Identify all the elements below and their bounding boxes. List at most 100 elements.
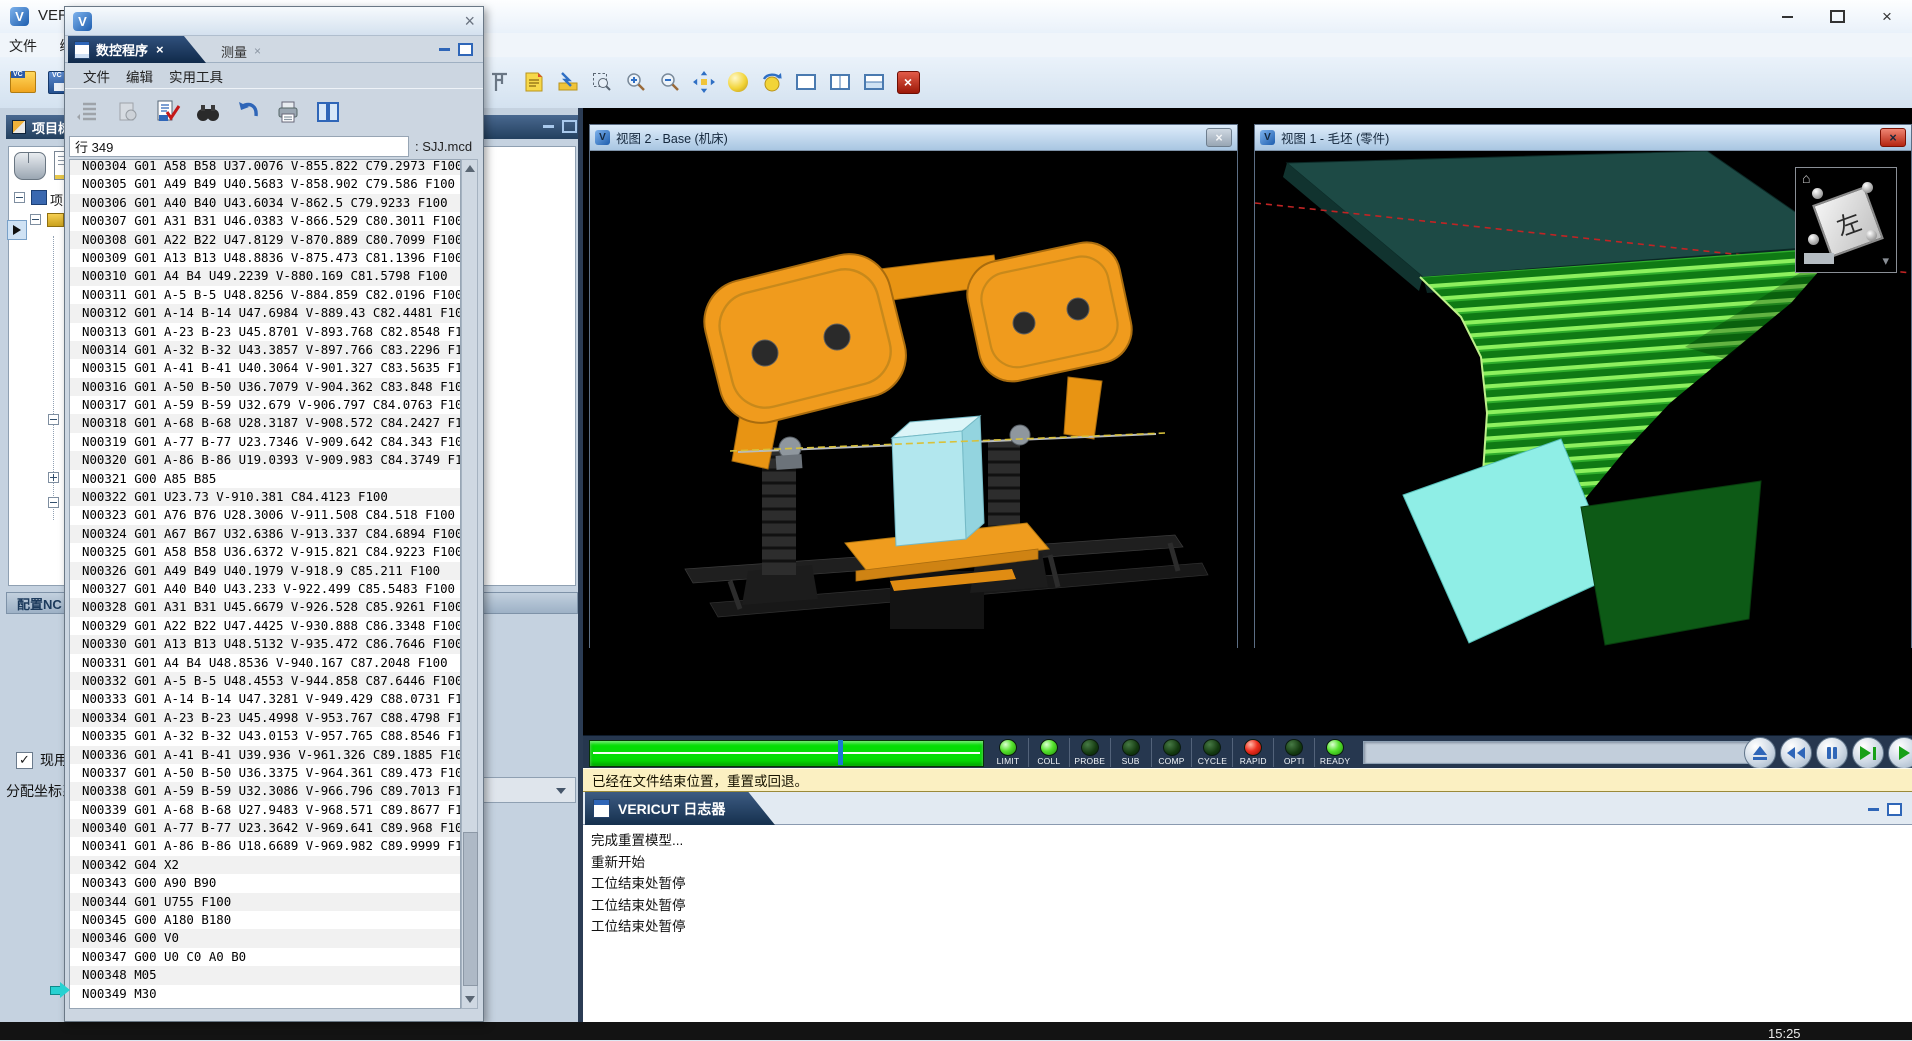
nc-code-line[interactable]: N00330 G01 A13 B13 U48.5132 V-935.472 C8… xyxy=(70,635,460,653)
nc-search-doc-button[interactable] xyxy=(113,97,143,127)
tree-collapse-box[interactable] xyxy=(48,414,59,425)
nc-undo-button[interactable] xyxy=(233,97,263,127)
nc-code-line[interactable]: N00309 G01 A13 B13 U48.8836 V-875.473 C8… xyxy=(70,249,460,267)
zoom-in-button[interactable] xyxy=(623,69,649,95)
logger-tab[interactable]: VERICUT 日志器 xyxy=(585,792,775,825)
nc-code-line[interactable]: N00320 G01 A-86 B-86 U19.0393 V-909.983 … xyxy=(70,451,460,469)
active-checkbox[interactable]: ✓ xyxy=(16,752,33,769)
logger-minimize-icon[interactable] xyxy=(1868,808,1879,811)
nc-code-line[interactable]: N00316 G01 A-50 B-50 U36.7079 V-904.362 … xyxy=(70,378,460,396)
nc-code-line[interactable]: N00337 G01 A-50 B-50 U36.3375 V-964.361 … xyxy=(70,764,460,782)
section-button[interactable] xyxy=(555,69,581,95)
mouse-tool-icon[interactable] xyxy=(14,152,46,180)
nc-code-line[interactable]: N00324 G01 A67 B67 U32.6386 V-913.337 C8… xyxy=(70,525,460,543)
nc-code-line[interactable]: N00306 G01 A40 B40 U43.6034 V-862.5 C79.… xyxy=(70,194,460,212)
tree-current-marker[interactable] xyxy=(7,220,27,240)
nc-code-line[interactable]: N00325 G01 A58 B58 U36.6372 V-915.821 C8… xyxy=(70,543,460,561)
nc-columns-button[interactable] xyxy=(313,97,343,127)
close-view-button[interactable]: × xyxy=(895,69,921,95)
nc-code-line[interactable]: N00339 G01 A-68 B-68 U27.9483 V-968.571 … xyxy=(70,801,460,819)
progress-marker[interactable] xyxy=(838,740,843,765)
orientation-cube[interactable]: ⌂ 左 ▾ xyxy=(1795,167,1897,273)
led-ready[interactable]: READY xyxy=(1315,738,1355,767)
open-project-button[interactable]: VC xyxy=(10,69,36,95)
layout-two-row-button[interactable] xyxy=(861,69,887,95)
logger-float-icon[interactable] xyxy=(1887,803,1902,816)
nc-code-line[interactable]: N00311 G01 A-5 B-5 U48.8256 V-884.859 C8… xyxy=(70,286,460,304)
viewport1-canvas[interactable]: ⌂ 左 ▾ xyxy=(1255,151,1911,648)
home-view-icon[interactable]: ⌂ xyxy=(1802,170,1810,186)
scroll-up-icon[interactable] xyxy=(465,165,475,172)
rotate-view-button[interactable] xyxy=(759,69,785,95)
tab-nc-program[interactable]: 数控程序 × xyxy=(68,36,206,63)
nc-code-line[interactable]: N00344 G01 U755 F100 xyxy=(70,893,460,911)
scroll-down-icon[interactable] xyxy=(465,996,475,1003)
viewport2-titlebar[interactable]: V 视图 2 - Base (机床) × xyxy=(590,125,1237,151)
led-coll[interactable]: COLL xyxy=(1029,738,1070,767)
report-button[interactable] xyxy=(521,69,547,95)
nc-minimize-icon[interactable] xyxy=(439,48,450,51)
tab-measure[interactable]: 测量 × xyxy=(213,39,269,63)
nc-code-line[interactable]: N00345 G00 A180 B180 xyxy=(70,911,460,929)
nc-menu-edit[interactable]: 编辑 xyxy=(118,64,161,88)
measure-tool-button[interactable] xyxy=(487,69,513,95)
tree-expand-box[interactable] xyxy=(48,472,59,483)
nc-code-line[interactable]: N00348 M05 xyxy=(70,966,460,984)
cube-menu-icon[interactable]: ▾ xyxy=(1882,253,1889,269)
step-button[interactable] xyxy=(1852,737,1884,769)
led-sub[interactable]: SUB xyxy=(1111,738,1152,767)
tree-collapse-box[interactable] xyxy=(30,214,41,225)
tab-close-icon[interactable]: × xyxy=(156,42,164,57)
play-button[interactable] xyxy=(1888,737,1912,769)
viewport2-canvas[interactable] xyxy=(590,151,1237,648)
viewport1-titlebar[interactable]: V 视图 1 - 毛坯 (零件) × xyxy=(1255,125,1911,151)
nc-code-line[interactable]: N00340 G01 A-77 B-77 U23.3642 V-969.641 … xyxy=(70,819,460,837)
shade-view-button[interactable] xyxy=(725,69,751,95)
speed-slider[interactable] xyxy=(1363,741,1759,764)
row-number-field[interactable]: 行 349 xyxy=(69,136,409,157)
nc-code-line[interactable]: N00335 G01 A-32 B-32 U43.0153 V-957.765 … xyxy=(70,727,460,745)
nc-code-line[interactable]: N00329 G01 A22 B22 U47.4425 V-930.888 C8… xyxy=(70,617,460,635)
nc-code-line[interactable]: N00341 G01 A-86 B-86 U18.6689 V-969.982 … xyxy=(70,837,460,855)
led-comp[interactable]: COMP xyxy=(1152,738,1193,767)
menu-file[interactable]: 文件 xyxy=(0,33,46,59)
fit-view-button[interactable] xyxy=(691,69,717,95)
nc-code-line[interactable]: N00323 G01 A76 B76 U28.3006 V-911.508 C8… xyxy=(70,506,460,524)
nc-code-line[interactable]: N00322 G01 U23.73 V-910.381 C84.4123 F10… xyxy=(70,488,460,506)
tree-collapse-box[interactable] xyxy=(14,192,25,203)
nc-code-line[interactable]: N00328 G01 A31 B31 U45.6679 V-926.528 C8… xyxy=(70,598,460,616)
led-limit[interactable]: LIMIT xyxy=(988,738,1029,767)
panel-float-icon[interactable] xyxy=(562,120,577,133)
nc-code-line[interactable]: N00336 G01 A-41 B-41 U39.936 V-961.326 C… xyxy=(70,746,460,764)
layout-two-col-button[interactable] xyxy=(827,69,853,95)
minimize-button[interactable] xyxy=(1762,0,1812,33)
nc-code-area[interactable]: N00304 G01 A58 B58 U37.0076 V-855.822 C7… xyxy=(69,159,461,1009)
maximize-button[interactable] xyxy=(1812,0,1862,33)
nc-code-line[interactable]: N00312 G01 A-14 B-14 U47.6984 V-889.43 C… xyxy=(70,304,460,322)
nc-code-line[interactable]: N00321 G00 A85 B85 xyxy=(70,470,460,488)
nc-code-line[interactable]: N00343 G00 A90 B90 xyxy=(70,874,460,892)
layout-single-button[interactable] xyxy=(793,69,819,95)
nc-window-titlebar[interactable]: V × xyxy=(65,7,483,36)
nc-code-line[interactable]: N00313 G01 A-23 B-23 U45.8701 V-893.768 … xyxy=(70,323,460,341)
nc-code-line[interactable]: N00342 G04 X2 xyxy=(70,856,460,874)
nc-code-line[interactable]: N00314 G01 A-32 B-32 U43.3857 V-897.766 … xyxy=(70,341,460,359)
nc-code-line[interactable]: N00331 G01 A4 B4 U48.8536 V-940.167 C87.… xyxy=(70,654,460,672)
rewind-button[interactable] xyxy=(1780,737,1812,769)
led-probe[interactable]: PROBE xyxy=(1070,738,1111,767)
logger-content[interactable]: 完成重置模型...重新开始工位结束处暂停工位结束处暂停工位结束处暂停 xyxy=(583,825,1912,1022)
nc-code-line[interactable]: N00334 G01 A-23 B-23 U45.4998 V-953.767 … xyxy=(70,709,460,727)
zoom-window-button[interactable] xyxy=(589,69,615,95)
nc-code-line[interactable]: N00315 G01 A-41 B-41 U40.3064 V-901.327 … xyxy=(70,359,460,377)
tree-collapse-box[interactable] xyxy=(48,497,59,508)
nc-code-line[interactable]: N00308 G01 A22 B22 U47.8129 V-870.889 C8… xyxy=(70,231,460,249)
nc-code-line[interactable]: N00317 G01 A-59 B-59 U32.679 V-906.797 C… xyxy=(70,396,460,414)
nc-menu-utilities[interactable]: 实用工具 xyxy=(161,64,231,88)
nc-float-icon[interactable] xyxy=(458,43,473,56)
nc-code-line[interactable]: N00307 G01 A31 B31 U46.0383 V-866.529 C8… xyxy=(70,212,460,230)
pause-button[interactable] xyxy=(1816,737,1848,769)
tab-close-icon[interactable]: × xyxy=(254,44,261,58)
nc-scrollbar[interactable] xyxy=(461,159,478,1009)
nc-code-line[interactable]: N00326 G01 A49 B49 U40.1979 V-918.9 C85.… xyxy=(70,562,460,580)
progress-bar[interactable] xyxy=(589,740,984,767)
